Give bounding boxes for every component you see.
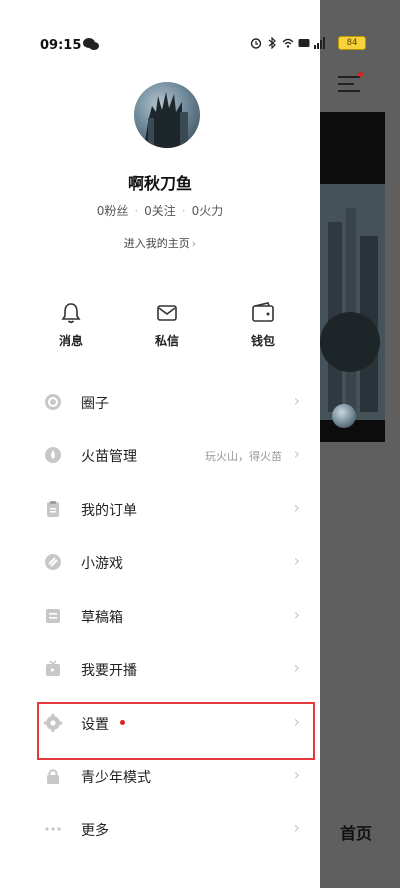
menu-item-circle[interactable]: 圈子 ›: [38, 385, 308, 419]
menu-label: 圈子: [81, 396, 109, 412]
chevron-right-icon: ›: [293, 765, 300, 784]
chevron-right-icon: ›: [293, 498, 300, 517]
profile-stats: 0粉丝 · 0关注 · 0火力: [96, 204, 224, 218]
chevron-right-icon: ›: [293, 818, 300, 837]
menu-item-flame[interactable]: 火苗管理 玩火山，得火苗 ›: [38, 438, 308, 472]
status-icons: 84: [250, 36, 366, 50]
quick-wallet-label: 钱包: [250, 334, 275, 348]
following-count[interactable]: 0关注: [144, 204, 176, 218]
menu-label: 我要开播: [81, 663, 137, 679]
chevron-right-icon: ›: [293, 444, 300, 463]
game-icon: [45, 554, 61, 570]
notification-badge: [358, 72, 363, 77]
menu-icon[interactable]: [338, 74, 362, 94]
quick-messages[interactable]: 消息: [41, 302, 101, 349]
status-bar: 09:15 84: [0, 0, 400, 53]
chevron-right-icon: ›: [293, 551, 300, 570]
lock-icon: [47, 769, 59, 784]
alarm-icon: [250, 38, 262, 49]
status-time: 09:15: [40, 38, 82, 53]
live-camera-icon: [46, 660, 60, 676]
homepage-link[interactable]: 进入我的主页 ›: [0, 235, 320, 251]
chevron-right-icon: ›: [293, 658, 300, 677]
username: 啊秋刀鱼: [127, 174, 192, 193]
menu-item-go-live[interactable]: 我要开播 ›: [38, 652, 308, 686]
envelope-icon: [157, 305, 177, 321]
wifi-icon: [282, 38, 294, 48]
flame-icon: [45, 447, 61, 463]
battery-indicator: 84: [338, 36, 366, 50]
quick-direct-messages-label: 私信: [154, 334, 179, 348]
tab-home[interactable]: 首页: [340, 820, 372, 844]
menu-label: 我的订单: [81, 503, 137, 519]
bluetooth-icon: [268, 37, 276, 49]
settings-highlight-box: [37, 702, 315, 760]
menu-item-teen-mode[interactable]: 青少年模式 ›: [38, 759, 308, 793]
quick-wallet[interactable]: 钱包: [233, 302, 293, 349]
mini-avatar[interactable]: [332, 404, 356, 428]
quick-direct-messages[interactable]: 私信: [137, 302, 197, 349]
video-thumbnail[interactable]: [320, 112, 385, 442]
followers-count[interactable]: 0粉丝: [97, 204, 129, 218]
drafts-icon: [46, 609, 60, 623]
menu-item-mini-games[interactable]: 小游戏 ›: [38, 545, 308, 579]
menu-label: 更多: [81, 823, 109, 839]
menu-label: 小游戏: [81, 556, 123, 572]
signal-icon: [314, 37, 325, 49]
menu-item-more[interactable]: 更多 ›: [38, 812, 308, 846]
side-drawer: 啊秋刀鱼 0粉丝 · 0关注 · 0火力 进入我的主页 › 消息 私信 钱包 圈子 ›: [0, 0, 320, 888]
hd-icon: [298, 39, 310, 47]
menu-label: 火苗管理: [81, 449, 137, 465]
menu-label: 青少年模式: [81, 770, 151, 786]
menu-hint: 玩火山，得火苗: [205, 450, 282, 463]
menu-item-orders[interactable]: 我的订单 ›: [38, 492, 308, 526]
wallet-icon: [252, 302, 274, 322]
clipboard-icon: [47, 501, 59, 517]
chevron-right-icon: ›: [293, 391, 300, 410]
fire-count[interactable]: 0火力: [192, 204, 224, 218]
menu-item-drafts[interactable]: 草稿箱 ›: [38, 599, 308, 633]
chevron-right-icon: ›: [191, 237, 197, 250]
more-dots-icon: [45, 827, 61, 831]
chevron-right-icon: ›: [293, 605, 300, 624]
avatar[interactable]: [134, 82, 200, 148]
quick-messages-label: 消息: [58, 334, 83, 348]
menu-label: 草稿箱: [81, 610, 123, 626]
circle-icon: [45, 394, 61, 410]
wechat-icon: [83, 38, 99, 50]
homepage-link-label: 进入我的主页: [123, 237, 190, 250]
bell-icon: [61, 303, 81, 324]
